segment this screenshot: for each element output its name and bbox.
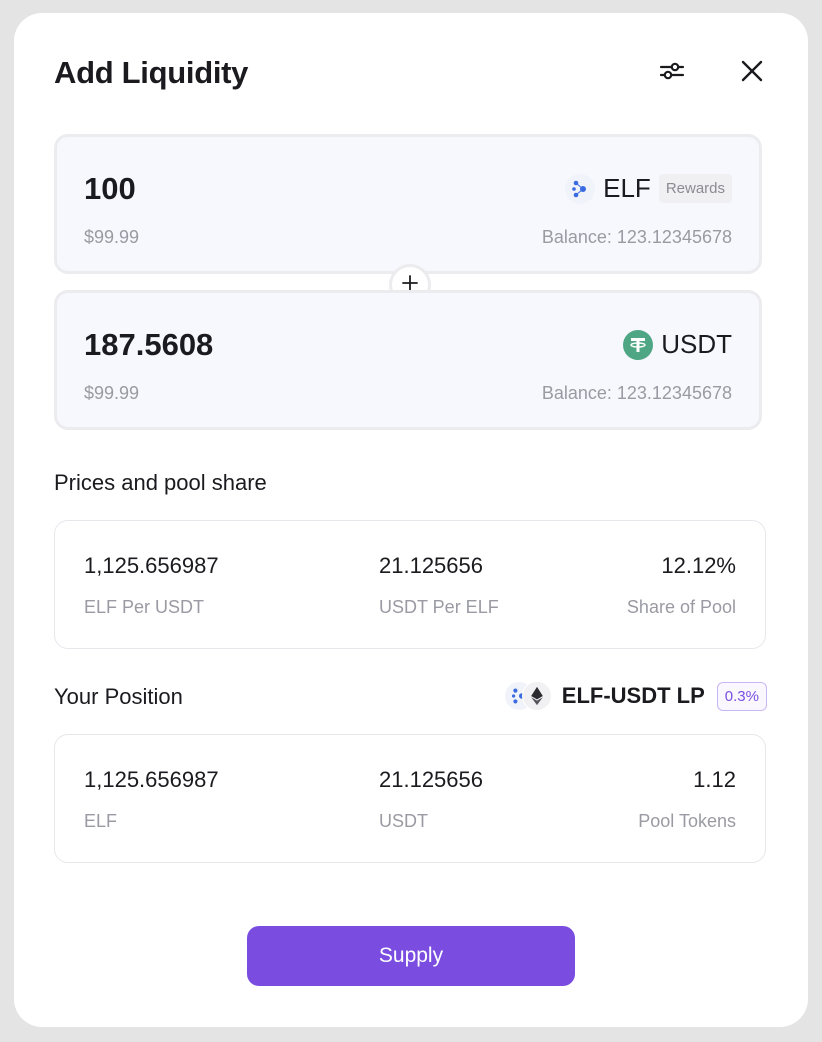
elf-token-icon	[565, 173, 596, 204]
close-icon	[740, 59, 764, 88]
token-a-amount-input[interactable]: 100	[84, 171, 136, 207]
token-a-input-card[interactable]: 100 ELF Rewards $99.99 Balance: 123.1234…	[54, 134, 762, 274]
stat-value: 1,125.656987	[84, 553, 219, 578]
stat-label: ELF Per USDT	[84, 597, 205, 617]
token-a-balance: Balance: 123.12345678	[541, 227, 732, 247]
prices-card: 1,125.656987 ELF Per USDT 21.125656 USDT…	[54, 520, 766, 649]
close-button[interactable]	[732, 53, 772, 93]
token-a-selector[interactable]: ELF Rewards	[565, 173, 732, 204]
token-b-amount-input[interactable]: 187.5608	[84, 327, 213, 363]
lp-pair-header: ELF-USDT LP 0.3%	[503, 681, 767, 711]
stat-label: ELF	[84, 811, 118, 831]
rewards-badge: Rewards	[658, 174, 732, 203]
token-a-symbol: ELF	[603, 173, 651, 203]
token-b-symbol: USDT	[661, 329, 732, 359]
position-pool-tokens: 1.12 Pool Tokens	[638, 767, 736, 832]
stat-label: USDT Per ELF	[379, 597, 499, 617]
position-usdt: 21.125656 USDT	[379, 767, 483, 832]
stat-value: 12.12%	[661, 553, 736, 578]
add-liquidity-modal: Add Liquidity 100 ELF Rewards $99.99 Bal…	[14, 13, 808, 1027]
lp-pair-name: ELF-USDT LP	[561, 683, 705, 708]
token-a-usd-value: $99.99	[84, 227, 140, 247]
prices-section-title: Prices and pool share	[54, 470, 267, 495]
stat-value: 1,125.656987	[84, 767, 219, 792]
stat-label: Pool Tokens	[638, 811, 736, 831]
price-elf-per-usdt: 1,125.656987 ELF Per USDT	[84, 553, 219, 618]
sliders-icon	[659, 60, 685, 87]
stat-value: 21.125656	[379, 767, 483, 792]
price-usdt-per-elf: 21.125656 USDT Per ELF	[379, 553, 499, 618]
position-section-title: Your Position	[54, 684, 183, 709]
fee-tier-badge: 0.3%	[716, 681, 767, 711]
supply-button[interactable]: Supply	[247, 926, 575, 986]
position-elf: 1,125.656987 ELF	[84, 767, 219, 832]
share-of-pool: 12.12% Share of Pool	[627, 553, 736, 618]
modal-title: Add Liquidity	[54, 55, 249, 90]
settings-button[interactable]	[652, 53, 692, 93]
stat-label: Share of Pool	[626, 597, 736, 617]
token-b-usd-value: $99.99	[84, 383, 140, 403]
stat-value: 21.125656	[379, 553, 483, 578]
token-b-input-card[interactable]: 187.5608 USDT $99.99 Balance: 123.123456…	[54, 290, 762, 430]
usdt-token-icon	[623, 329, 654, 360]
ethereum-token-icon	[521, 681, 552, 711]
stat-label: USDT	[379, 811, 428, 831]
token-b-selector[interactable]: USDT	[623, 329, 732, 360]
token-b-balance: Balance: 123.12345678	[541, 383, 732, 403]
stat-value: 1.12	[693, 767, 736, 792]
lp-pair-icons	[503, 681, 554, 711]
position-card: 1,125.656987 ELF 21.125656 USDT 1.12 Poo…	[54, 734, 766, 863]
